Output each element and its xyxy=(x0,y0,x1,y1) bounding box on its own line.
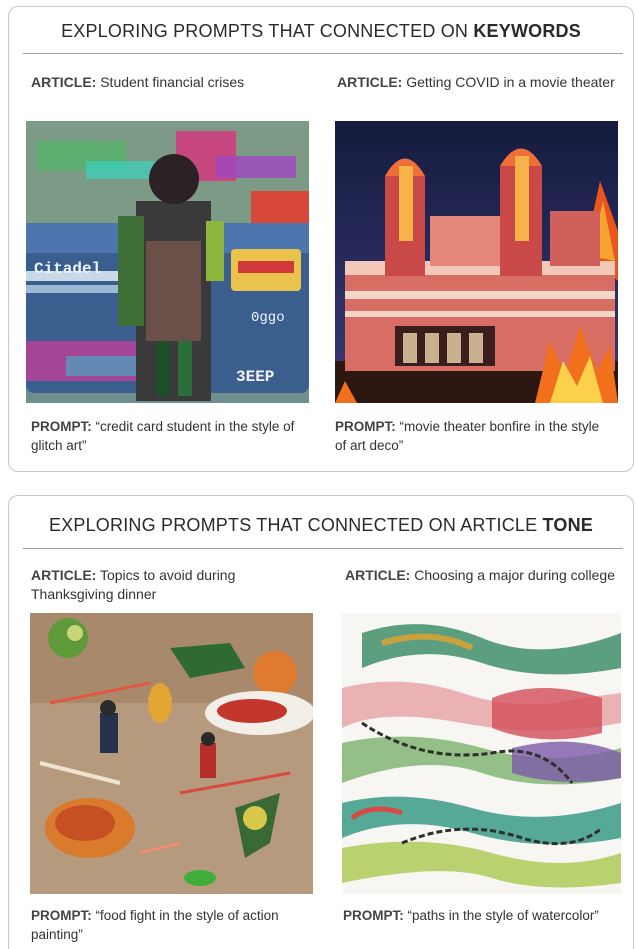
prompt-caption: PROMPT: “food fight in the style of acti… xyxy=(31,908,279,942)
action-painting-food-fight-image xyxy=(30,613,313,894)
card-text-citadel: Citadel xyxy=(34,260,101,278)
keywords-panel-title: EXPLORING PROMPTS THAT CONNECTED ON KEYW… xyxy=(61,21,581,41)
article-caption: ARTICLE: Getting COVID in a movie theate… xyxy=(337,74,615,90)
tone-panel: EXPLORING PROMPTS THAT CONNECTED ON ARTI… xyxy=(8,495,634,949)
prompt-caption: PROMPT: “paths in the style of watercolo… xyxy=(343,908,599,923)
card-text-digits: 3EEP xyxy=(236,368,274,386)
prompt-caption: PROMPT: “movie theater bonfire in the st… xyxy=(335,419,600,453)
glitch-art-credit-card-image: Citadel 0ggo 3EEP xyxy=(26,121,309,403)
title-emphasis: KEYWORDS xyxy=(473,21,581,41)
tone-panel-title: EXPLORING PROMPTS THAT CONNECTED ON ARTI… xyxy=(48,515,594,535)
keywords-panel: EXPLORING PROMPTS THAT CONNECTED ON KEYW… xyxy=(8,6,634,472)
prompt-caption: PROMPT: “credit card student in the styl… xyxy=(31,419,295,453)
article-caption: ARTICLE: Student financial crises xyxy=(31,74,245,90)
article-caption: ARTICLE: Choosing a major during college xyxy=(345,567,616,583)
watercolor-paths-image xyxy=(342,613,621,894)
card-text-number: 0ggo xyxy=(251,310,285,326)
title-emphasis: TONE xyxy=(542,515,594,535)
article-caption: ARTICLE: Topics to avoid during Thanksgi… xyxy=(31,567,236,602)
art-deco-theater-image xyxy=(335,121,618,403)
divider xyxy=(23,548,623,549)
divider xyxy=(23,53,623,54)
